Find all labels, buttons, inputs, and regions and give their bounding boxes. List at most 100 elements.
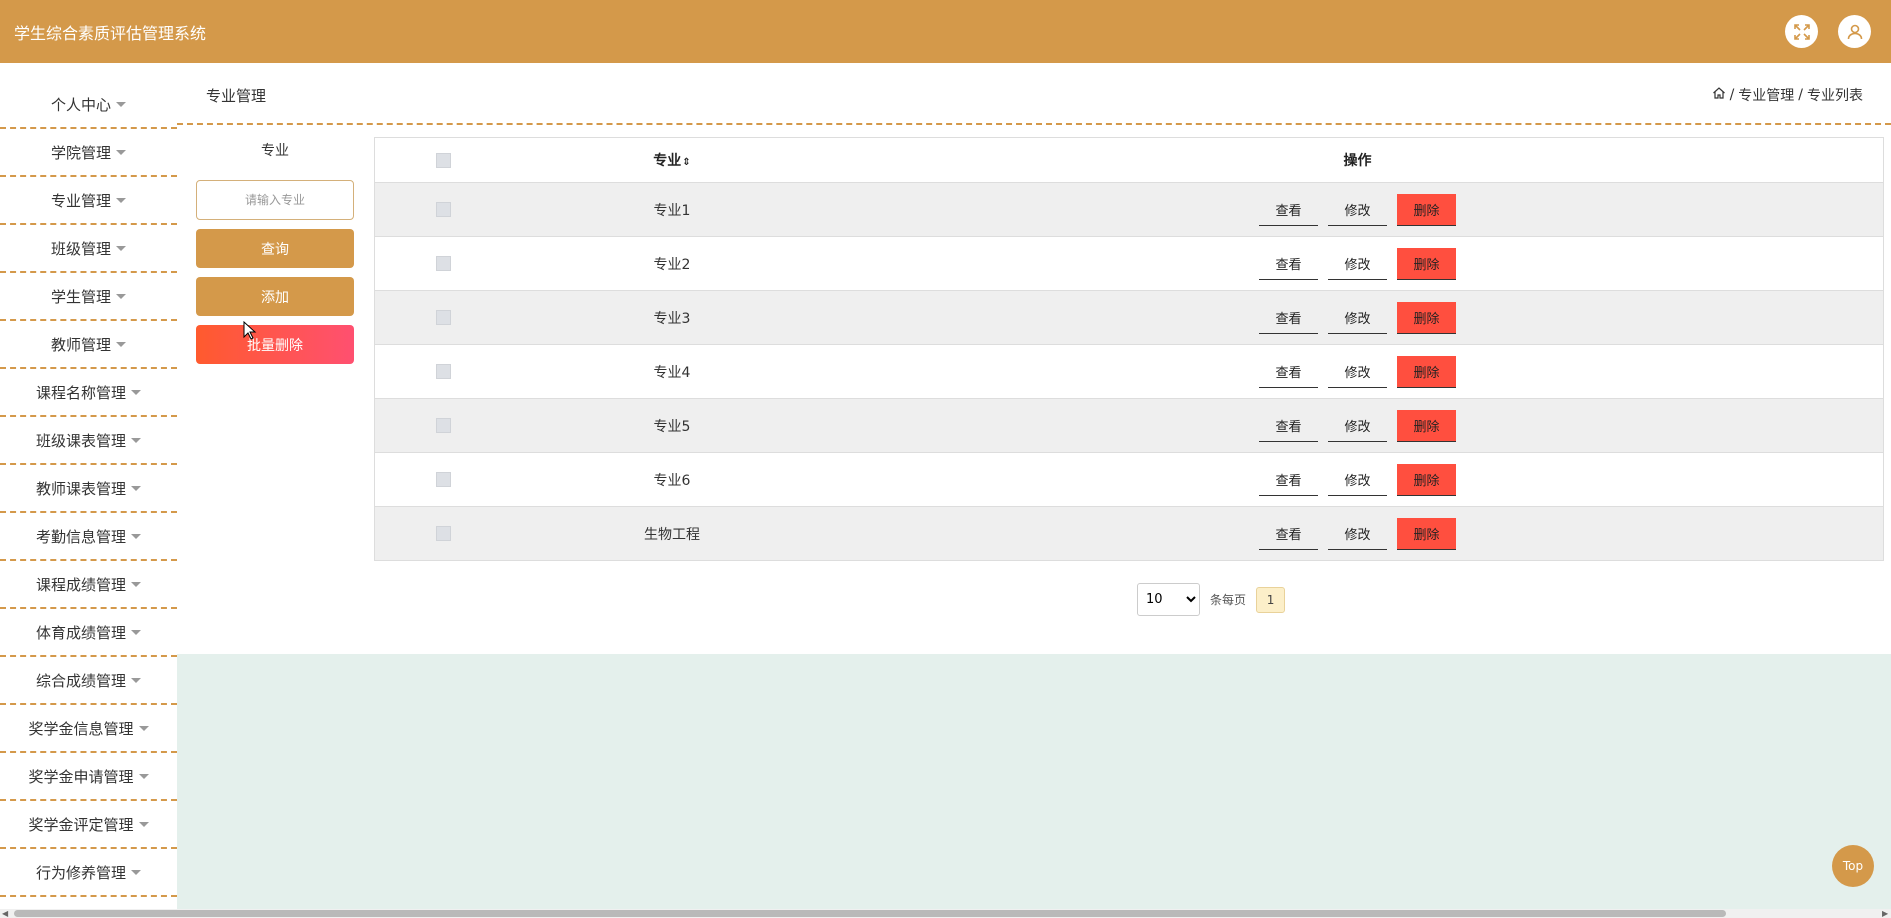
page-size-suffix: 条每页 <box>1210 593 1247 607</box>
sidebar-item-label: 奖学金申请管理 <box>28 767 134 786</box>
sidebar-item-college[interactable]: 学院管理 <box>0 129 177 177</box>
edit-button[interactable]: 修改 <box>1328 410 1387 442</box>
sidebar-item-label: 课程名称管理 <box>35 383 126 402</box>
delete-button[interactable]: 删除 <box>1397 517 1456 550</box>
page-number-button[interactable]: 1 <box>1256 586 1286 613</box>
breadcrumb-item: 专业列表 <box>1807 88 1863 104</box>
caret-down-icon <box>138 773 149 779</box>
view-button[interactable]: 查看 <box>1259 518 1318 550</box>
column-header-major[interactable]: 专业⇕ <box>512 150 832 170</box>
caret-down-icon <box>116 197 126 203</box>
sidebar-item-label: 教师管理 <box>50 335 111 354</box>
batch-delete-button[interactable]: 批量删除 <box>196 325 354 364</box>
edit-button[interactable]: 修改 <box>1328 248 1387 280</box>
breadcrumb: / 专业管理 / 专业列表 <box>1712 85 1863 105</box>
sidebar-item-teacher[interactable]: 教师管理 <box>0 321 177 369</box>
content-background <box>177 654 1891 910</box>
sidebar-item-label: 奖学金评定管理 <box>28 815 134 834</box>
delete-button[interactable]: 删除 <box>1397 355 1456 388</box>
add-button[interactable]: 添加 <box>196 277 354 316</box>
sidebar-item-label: 班级课表管理 <box>35 431 126 450</box>
table-row: 专业6 查看 修改 删除 <box>375 452 1883 506</box>
select-all-checkbox[interactable] <box>436 152 451 168</box>
caret-down-icon <box>131 389 141 395</box>
edit-button[interactable]: 修改 <box>1328 356 1387 388</box>
search-button[interactable]: 查询 <box>196 229 354 268</box>
delete-button[interactable]: 删除 <box>1397 193 1456 226</box>
sidebar-item-class[interactable]: 班级管理 <box>0 225 177 273</box>
top-bar: 学生综合素质评估管理系统 <box>0 0 1891 63</box>
sidebar-item-class-schedule[interactable]: 班级课表管理 <box>0 417 177 465</box>
app-title: 学生综合素质评估管理系统 <box>14 24 207 43</box>
row-checkbox[interactable] <box>436 418 451 433</box>
major-name: 专业3 <box>653 310 691 327</box>
pagination: 10 条每页 1 <box>1137 583 1286 616</box>
sidebar-item-scholarship-apply[interactable]: 奖学金申请管理 <box>0 753 177 801</box>
fullscreen-icon[interactable] <box>1785 15 1818 48</box>
major-search-input[interactable] <box>196 180 354 220</box>
sidebar-item-label: 课程成绩管理 <box>35 575 126 594</box>
user-icon[interactable] <box>1838 15 1871 48</box>
sidebar-item-scholarship-info[interactable]: 奖学金信息管理 <box>0 705 177 753</box>
breadcrumb-item[interactable]: 专业管理 <box>1738 85 1794 105</box>
edit-button[interactable]: 修改 <box>1328 518 1387 550</box>
row-checkbox[interactable] <box>436 526 451 541</box>
caret-down-icon <box>116 101 126 107</box>
edit-button[interactable]: 修改 <box>1328 302 1387 334</box>
caret-down-icon <box>116 149 126 155</box>
delete-button[interactable]: 删除 <box>1397 409 1456 442</box>
column-header-actions: 操作 <box>1343 153 1372 169</box>
delete-button[interactable]: 删除 <box>1397 463 1456 496</box>
edit-button[interactable]: 修改 <box>1328 194 1387 226</box>
sidebar-item-overall-score[interactable]: 综合成绩管理 <box>0 657 177 705</box>
view-button[interactable]: 查看 <box>1259 410 1318 442</box>
row-checkbox[interactable] <box>436 472 451 487</box>
sidebar-item-scholarship-review[interactable]: 奖学金评定管理 <box>0 801 177 849</box>
sidebar-item-label: 考勤信息管理 <box>35 527 126 546</box>
row-checkbox[interactable] <box>436 202 451 217</box>
sidebar-item-course-score[interactable]: 课程成绩管理 <box>0 561 177 609</box>
view-button[interactable]: 查看 <box>1259 464 1318 496</box>
table-row: 专业4 查看 修改 删除 <box>375 344 1883 398</box>
sidebar-item-personal-center[interactable]: 个人中心 <box>0 81 177 129</box>
page-title: 专业管理 <box>206 87 267 105</box>
table-row: 专业2 查看 修改 删除 <box>375 236 1883 290</box>
home-icon[interactable] <box>1712 86 1726 104</box>
sidebar-item-label: 体育成绩管理 <box>35 623 126 642</box>
scroll-left-arrow-icon[interactable]: ◀ <box>2 909 8 918</box>
row-checkbox[interactable] <box>436 364 451 379</box>
row-checkbox[interactable] <box>436 256 451 271</box>
table-row: 生物工程 查看 修改 删除 <box>375 506 1883 560</box>
table-row: 专业3 查看 修改 删除 <box>375 290 1883 344</box>
view-button[interactable]: 查看 <box>1259 356 1318 388</box>
table-header: 专业⇕ 操作 <box>375 138 1883 182</box>
row-checkbox[interactable] <box>436 310 451 325</box>
sidebar-item-teacher-schedule[interactable]: 教师课表管理 <box>0 465 177 513</box>
sidebar-item-student[interactable]: 学生管理 <box>0 273 177 321</box>
filter-panel: 专业 查询 添加 批量删除 <box>196 140 354 364</box>
view-button[interactable]: 查看 <box>1259 194 1318 226</box>
caret-down-icon <box>116 341 126 347</box>
sidebar-item-attendance[interactable]: 考勤信息管理 <box>0 513 177 561</box>
sidebar-item-course-name[interactable]: 课程名称管理 <box>0 369 177 417</box>
page-size-select[interactable]: 10 <box>1137 583 1200 616</box>
edit-button[interactable]: 修改 <box>1328 464 1387 496</box>
scroll-right-arrow-icon[interactable]: ▶ <box>1882 909 1888 918</box>
scrollbar-thumb[interactable] <box>14 910 1726 917</box>
sidebar-item-label: 专业管理 <box>50 191 111 210</box>
view-button[interactable]: 查看 <box>1259 302 1318 334</box>
horizontal-scrollbar[interactable]: ◀ ▶ <box>0 909 1891 918</box>
sidebar-item-behavior[interactable]: 行为修养管理 <box>0 849 177 897</box>
delete-button[interactable]: 删除 <box>1397 247 1456 280</box>
caret-down-icon <box>131 437 141 443</box>
sidebar-item-label: 个人中心 <box>50 95 111 114</box>
sidebar-item-pe-score[interactable]: 体育成绩管理 <box>0 609 177 657</box>
delete-button[interactable]: 删除 <box>1397 301 1456 334</box>
view-button[interactable]: 查看 <box>1259 248 1318 280</box>
mouse-cursor-icon <box>243 320 257 345</box>
back-to-top-button[interactable]: Top <box>1832 845 1874 887</box>
sort-icon[interactable]: ⇕ <box>682 157 690 168</box>
caret-down-icon <box>116 293 126 299</box>
sidebar-item-major[interactable]: 专业管理 <box>0 177 177 225</box>
table-row: 专业5 查看 修改 删除 <box>375 398 1883 452</box>
